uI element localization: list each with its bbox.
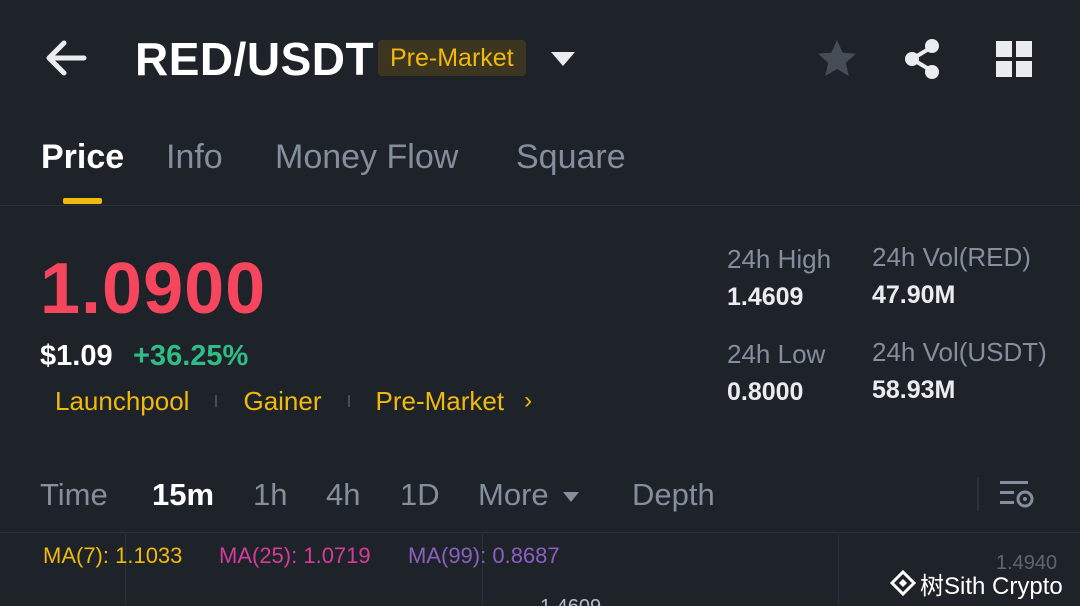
- tf-more[interactable]: More: [478, 477, 549, 513]
- vol-base-value: 47.90M: [872, 281, 956, 309]
- price-change: +36.25%: [133, 340, 249, 372]
- watermark: 树Sith Crypto: [890, 566, 1063, 600]
- diamond-logo-icon: [890, 570, 916, 596]
- high-marker-label: 1.4609: [540, 596, 601, 606]
- active-tab-indicator: [63, 198, 102, 204]
- star-icon[interactable]: [815, 37, 859, 81]
- caret-down-icon[interactable]: [562, 491, 580, 503]
- tf-time[interactable]: Time: [40, 477, 108, 513]
- high-value: 1.4609: [727, 283, 804, 311]
- tab-money-flow[interactable]: Money Flow: [275, 138, 458, 177]
- ma25-label: MA(25): 1.0719: [219, 543, 371, 568]
- share-icon[interactable]: [900, 37, 944, 81]
- low-label: 24h Low: [727, 339, 826, 369]
- timeframe-bar: Time 15m 1h 4h 1D More Depth: [0, 465, 1080, 533]
- usd-price: $1.09: [40, 340, 113, 372]
- vol-base-label: 24h Vol(RED): [872, 242, 1031, 272]
- chevron-right-icon[interactable]: ›: [524, 387, 532, 415]
- chip-launchpool[interactable]: Launchpool: [55, 386, 189, 417]
- tf-4h[interactable]: 4h: [326, 477, 360, 513]
- pre-market-tag: Pre-Market: [378, 40, 526, 76]
- vol-quote-label: 24h Vol(USDT): [872, 337, 1047, 367]
- last-price: 1.0900: [40, 249, 267, 329]
- high-label: 24h High: [727, 244, 832, 274]
- toolbar-divider: [977, 477, 979, 511]
- chip-gainer[interactable]: Gainer: [243, 386, 321, 417]
- header-bar: RED/USDT Pre-Market: [0, 0, 1080, 118]
- caret-down-icon[interactable]: [550, 50, 576, 68]
- chip-pre-market[interactable]: Pre-Market: [376, 386, 505, 417]
- tab-price[interactable]: Price: [41, 138, 124, 177]
- tf-1h[interactable]: 1h: [253, 477, 287, 513]
- chart-settings-icon[interactable]: [998, 477, 1036, 513]
- pair-title[interactable]: RED/USDT: [135, 32, 374, 86]
- tf-15m[interactable]: 15m: [152, 477, 214, 513]
- grid-line: [838, 534, 839, 606]
- chip-divider: [347, 395, 350, 407]
- ma99-label: MA(99): 0.8687: [408, 543, 560, 568]
- vol-quote-value: 58.93M: [872, 376, 956, 404]
- watermark-text: 树Sith Crypto: [920, 572, 1063, 600]
- arrow-left-icon[interactable]: [44, 38, 88, 78]
- chip-divider: [215, 395, 218, 407]
- low-value: 0.8000: [727, 378, 804, 406]
- tab-bar: Price Info Money Flow Square: [0, 130, 1080, 206]
- tf-depth[interactable]: Depth: [632, 477, 715, 513]
- tab-square[interactable]: Square: [516, 138, 626, 177]
- ma7-label: MA(7): 1.1033: [43, 543, 183, 568]
- tab-info[interactable]: Info: [166, 138, 223, 177]
- grid-icon[interactable]: [995, 40, 1033, 78]
- tag-chips[interactable]: Launchpool Gainer Pre-Market ›: [55, 384, 532, 418]
- tf-1d[interactable]: 1D: [400, 477, 440, 513]
